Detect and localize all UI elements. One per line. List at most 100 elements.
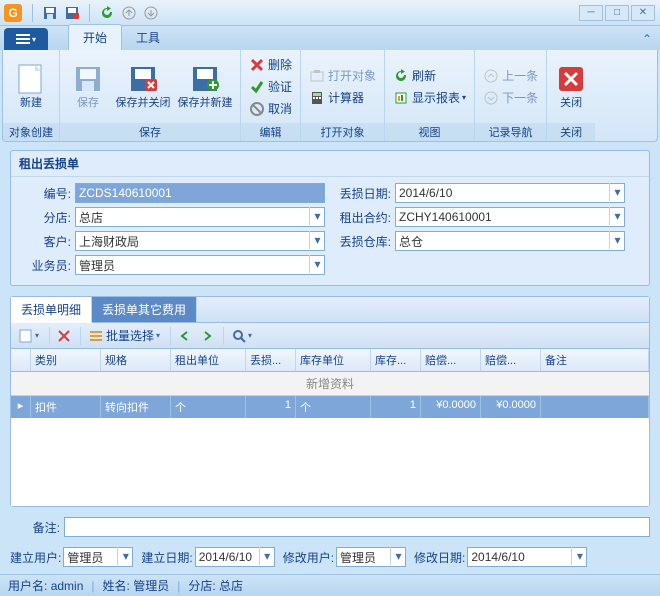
status-bar: 用户名: admin | 姓名: 管理员 | 分店: 总店	[0, 574, 660, 596]
grid-prev-button[interactable]	[175, 328, 195, 344]
col-remark[interactable]: 备注	[541, 349, 649, 371]
col-p2[interactable]: 赔偿...	[481, 349, 541, 371]
qat-save-close-icon[interactable]	[63, 4, 81, 22]
create-user-label: 建立用户:	[10, 549, 61, 566]
status-user-label: 用户名:	[8, 577, 47, 594]
warehouse-label: 丢损仓库:	[335, 233, 391, 250]
validate-button[interactable]: 验证	[245, 76, 296, 98]
show-report-button[interactable]: 显示报表▾	[389, 87, 470, 109]
branch-label: 分店:	[21, 209, 71, 226]
qat-save-icon[interactable]	[41, 4, 59, 22]
grid-batch-button[interactable]: 批量选择▾	[85, 325, 164, 346]
operator-label: 业务员:	[21, 257, 71, 274]
contract-label: 租出合约:	[335, 209, 391, 226]
remark-input[interactable]	[64, 517, 650, 537]
group-label-close: 关闭	[547, 123, 595, 141]
calculator-icon	[309, 90, 325, 106]
col-spec[interactable]: 规格	[101, 349, 171, 371]
create-user-input[interactable]	[63, 547, 133, 567]
up-arrow-icon	[483, 68, 499, 84]
branch-input[interactable]	[75, 207, 325, 227]
open-object-button: 打开对象	[305, 65, 380, 87]
group-label-view: 视图	[385, 123, 474, 141]
table-row[interactable]: ▸ 扣件 转向扣件 个 1 个 1 ¥0.0000 ¥0.0000	[11, 396, 649, 418]
ribbon-group-view: 刷新 显示报表▾ 视图	[385, 50, 475, 141]
col-category[interactable]: 类别	[31, 349, 101, 371]
group-label-create: 对象创建	[3, 123, 59, 141]
create-date-label: 建立日期:	[141, 549, 192, 566]
ribbon-collapse-icon[interactable]: ⌃	[638, 28, 656, 50]
tab-start[interactable]: 开始	[68, 24, 122, 50]
group-label-save: 保存	[60, 123, 240, 141]
title-bar: G ─ □ ✕	[0, 0, 660, 26]
remark-label: 备注:	[10, 519, 60, 536]
save-close-button[interactable]: 保存并关闭	[112, 54, 174, 120]
grid-new-button[interactable]: ▾	[15, 327, 43, 345]
col-qty2[interactable]: 库存...	[371, 349, 421, 371]
form-panel: 租出丢损单 编号: 丢损日期: ▾ 分店: ▾ 租出合约: ▾ 客户: ▾ 丢损…	[10, 150, 650, 286]
close-icon	[555, 63, 587, 95]
open-icon	[309, 68, 325, 84]
contract-input[interactable]	[395, 207, 625, 227]
app-icon: G	[4, 4, 22, 22]
maximize-button[interactable]: □	[605, 5, 629, 21]
report-icon	[393, 90, 409, 106]
group-label-open: 打开对象	[301, 123, 384, 141]
save-icon	[72, 63, 104, 95]
col-unit1[interactable]: 租出单位	[171, 349, 246, 371]
create-date-input[interactable]	[195, 547, 275, 567]
close-button[interactable]: 关闭	[551, 54, 591, 120]
detail-tabs: 丢损单明细 丢损单其它费用 ▾ 批量选择▾ ▾ 类别 规格 租出单位 丢损...…	[10, 296, 650, 507]
group-label-edit: 编辑	[241, 123, 300, 141]
new-button[interactable]: 新建	[7, 54, 55, 120]
grid-next-button[interactable]	[197, 328, 217, 344]
calculator-button[interactable]: 计算器	[305, 87, 380, 109]
grid-delete-button[interactable]	[54, 328, 74, 344]
minimize-button[interactable]: ─	[579, 5, 603, 21]
detail-grid: 类别 规格 租出单位 丢损... 库存单位 库存... 赔偿... 赔偿... …	[11, 349, 649, 506]
close-window-button[interactable]: ✕	[631, 5, 655, 21]
warehouse-input[interactable]	[395, 231, 625, 251]
col-p1[interactable]: 赔偿...	[421, 349, 481, 371]
ribbon-group-nav: 上一条 下一条 记录导航	[475, 50, 547, 141]
tab-detail[interactable]: 丢损单明细	[11, 297, 92, 323]
next-record-button: 下一条	[479, 87, 542, 109]
loss-date-label: 丢损日期:	[335, 185, 391, 202]
refresh-button[interactable]: 刷新	[389, 65, 470, 87]
delete-button[interactable]: 删除	[245, 54, 296, 76]
delete-icon	[249, 57, 265, 73]
tab-tools[interactable]: 工具	[122, 25, 174, 50]
ribbon-group-open: 打开对象 计算器 打开对象	[301, 50, 385, 141]
cancel-button[interactable]: 取消	[245, 98, 296, 120]
group-label-nav: 记录导航	[475, 123, 546, 141]
tab-other-fees[interactable]: 丢损单其它费用	[92, 297, 197, 322]
new-icon	[15, 63, 47, 95]
save-new-button[interactable]: 保存并新建	[174, 54, 236, 120]
col-unit2[interactable]: 库存单位	[296, 349, 371, 371]
ribbon-group-save: 保存 保存并关闭 保存并新建 保存	[60, 50, 241, 141]
grid-new-row[interactable]: 新增资料	[11, 372, 649, 396]
save-close-icon	[127, 63, 159, 95]
status-name: 管理员	[133, 577, 169, 594]
qat-prev-icon	[120, 4, 138, 22]
ribbon-group-edit: 删除 验证 取消 编辑	[241, 50, 301, 141]
operator-input[interactable]	[75, 255, 325, 275]
loss-date-input[interactable]	[395, 183, 625, 203]
ribbon-tabstrip: ▾ 开始 工具 ⌃	[0, 26, 660, 50]
status-name-label: 姓名:	[103, 577, 130, 594]
ribbon: 新建 对象创建 保存 保存并关闭 保存并新建 保存 删除 验证	[2, 50, 658, 142]
customer-input[interactable]	[75, 231, 325, 251]
grid-search-button[interactable]: ▾	[228, 327, 256, 345]
cancel-icon	[249, 101, 265, 117]
col-qty1[interactable]: 丢损...	[246, 349, 296, 371]
grid-toolbar: ▾ 批量选择▾ ▾	[11, 323, 649, 349]
modify-date-input[interactable]	[467, 547, 587, 567]
number-input[interactable]	[75, 183, 325, 203]
down-arrow-icon	[483, 90, 499, 106]
app-menu-button[interactable]: ▾	[4, 28, 48, 50]
status-branch: 总店	[219, 577, 243, 594]
number-label: 编号:	[21, 185, 71, 202]
qat-refresh-icon[interactable]	[98, 4, 116, 22]
modify-user-input[interactable]	[336, 547, 406, 567]
check-icon	[249, 79, 265, 95]
